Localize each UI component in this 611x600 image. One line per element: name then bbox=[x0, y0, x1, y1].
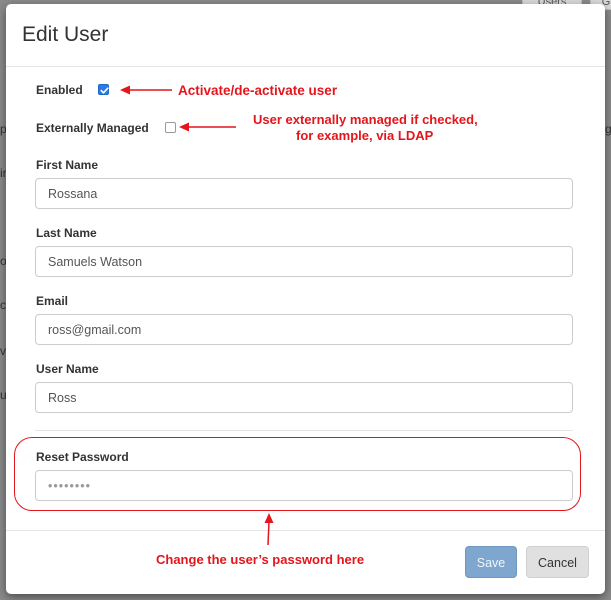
externally-managed-annotation-line2: for example, via LDAP bbox=[296, 128, 434, 143]
reset-password-annotation: Change the user’s password here bbox=[156, 552, 365, 567]
arrow-reset-password-icon bbox=[264, 513, 274, 546]
arrow-externally-managed-icon bbox=[179, 122, 236, 132]
arrow-enabled-icon bbox=[120, 85, 172, 95]
externally-managed-annotation-line1: User externally managed if checked, bbox=[253, 112, 478, 127]
enabled-annotation: Activate/de-activate user bbox=[178, 83, 338, 98]
